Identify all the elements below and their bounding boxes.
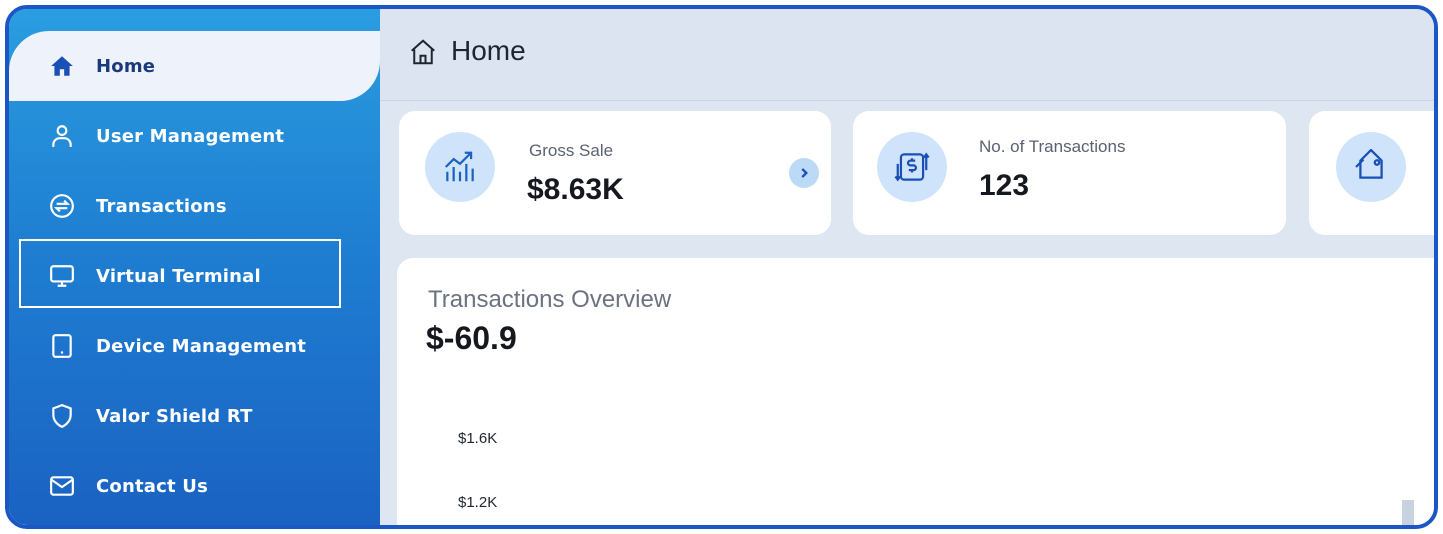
overview-value: $-60.9	[426, 320, 517, 356]
scrollbar-thumb[interactable]	[1402, 500, 1414, 525]
tag-icon	[1336, 132, 1406, 202]
sidebar-item-user-management[interactable]: User Management	[9, 101, 380, 171]
sidebar-item-label: Device Management	[96, 335, 307, 357]
home-outline-icon	[408, 37, 438, 67]
main-content: Home Gross Sale $8.63K No. of Transactio…	[380, 9, 1434, 525]
overview-title: Transactions Overview	[428, 286, 672, 313]
sidebar: Home User Management Transactions Virtua…	[9, 9, 380, 525]
sidebar-item-home[interactable]: Home	[9, 31, 380, 101]
tablet-icon	[49, 333, 75, 359]
next-card-button[interactable]	[789, 158, 819, 188]
sidebar-item-label: Contact Us	[96, 475, 209, 497]
page-title: Home	[451, 35, 526, 66]
shield-icon	[49, 403, 75, 429]
sidebar-item-label: Home	[96, 55, 156, 77]
sidebar-item-device-management[interactable]: Device Management	[9, 311, 380, 381]
transactions-count-card[interactable]: No. of Transactions 123	[853, 111, 1286, 235]
home-icon	[49, 53, 75, 79]
y-tick-label: $1.6K	[458, 430, 498, 447]
sidebar-item-label: Transactions	[96, 195, 227, 217]
trend-up-chart-icon	[425, 132, 495, 202]
sidebar-item-valor-shield-rt[interactable]: Valor Shield RT	[9, 381, 380, 451]
sidebar-item-label: User Management	[96, 125, 285, 147]
discount-card[interactable]	[1309, 111, 1434, 235]
chevron-right-icon	[801, 168, 808, 178]
y-tick-label: $1.2K	[458, 494, 498, 511]
transfer-icon	[49, 193, 75, 219]
page-header: Home	[380, 9, 1434, 101]
gross-sale-value: $8.63K	[527, 173, 624, 206]
transactions-overview-panel: Transactions Overview $-60.9 $1.6K $1.2K	[397, 258, 1434, 525]
mail-icon	[49, 473, 75, 499]
gross-sale-card[interactable]: Gross Sale $8.63K	[399, 111, 831, 235]
gross-sale-label: Gross Sale	[529, 141, 614, 160]
transactions-count-value: 123	[979, 169, 1030, 202]
sidebar-item-transactions[interactable]: Transactions	[9, 171, 380, 241]
sidebar-item-contact-us[interactable]: Contact Us	[9, 451, 380, 521]
app-window: Home User Management Transactions Virtua…	[5, 5, 1438, 529]
monitor-icon	[49, 263, 75, 289]
sidebar-item-label: Virtual Terminal	[96, 265, 261, 287]
user-icon	[49, 123, 75, 149]
transactions-count-label: No. of Transactions	[979, 137, 1126, 156]
sidebar-item-virtual-terminal[interactable]: Virtual Terminal	[9, 241, 380, 311]
dollar-exchange-icon	[877, 132, 947, 202]
sidebar-item-label: Valor Shield RT	[96, 405, 253, 427]
